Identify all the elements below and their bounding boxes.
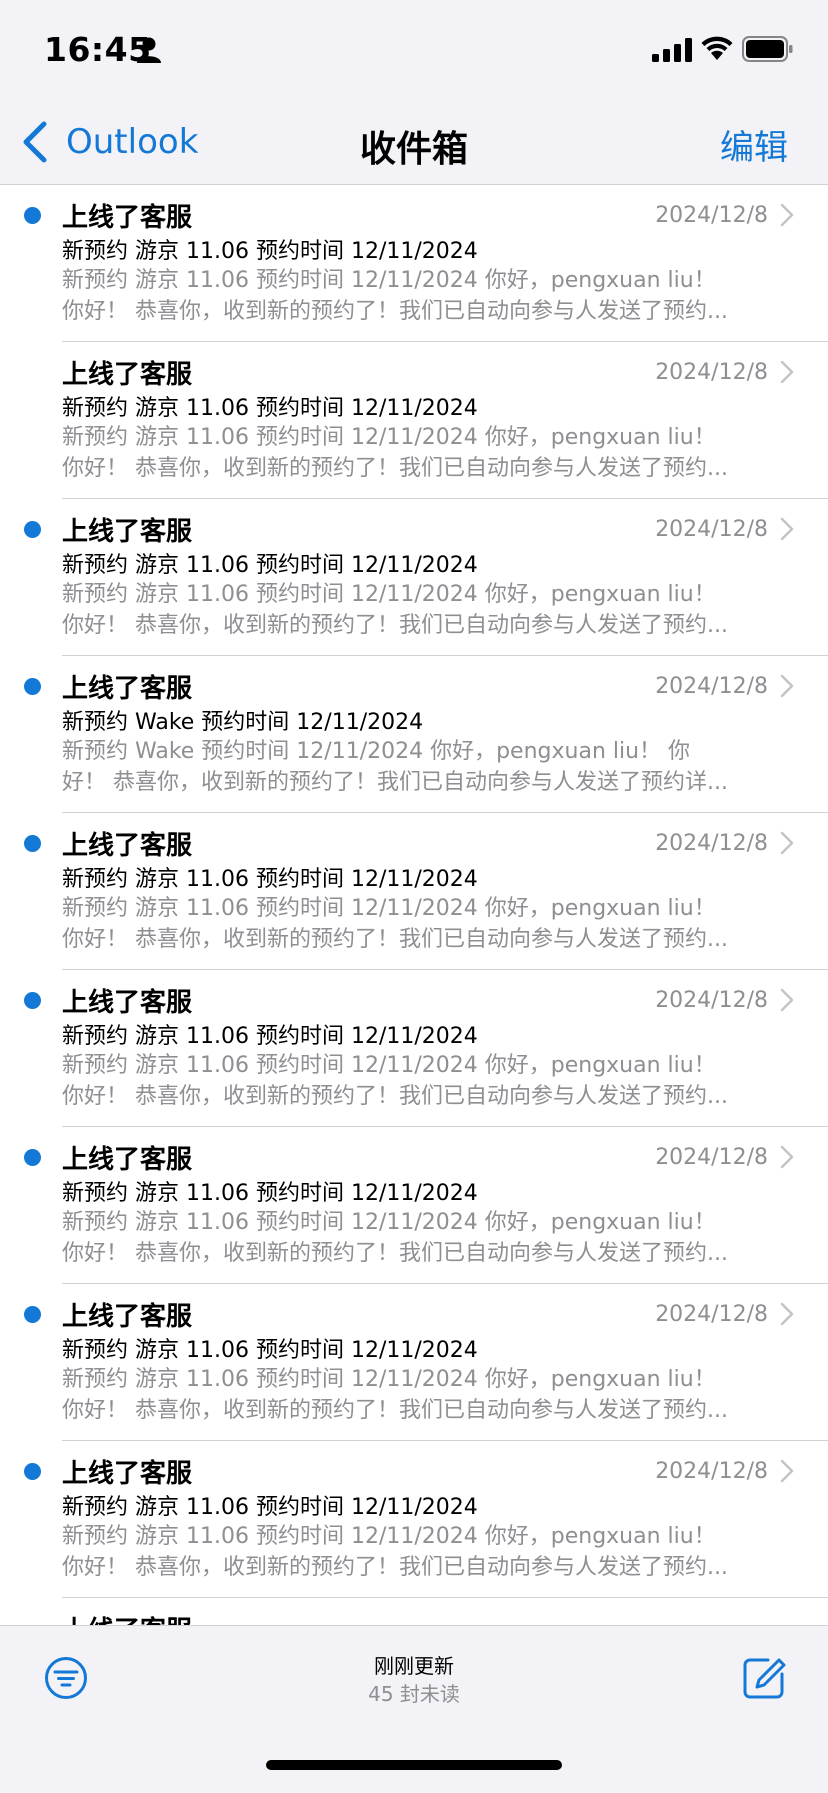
subject: 新预约 游京 11.06 预约时间 12/11/2024 [62,396,478,421]
mail-row[interactable]: 上线了客服 2024/12/8 新预约 游京 11.06 预约时间 12/11/… [0,499,828,656]
wifi-icon [701,36,733,60]
chevron-right-icon [780,203,794,227]
sender: 上线了客服 [62,203,193,233]
preview-line: 新预约 游京 11.06 预约时间 12/11/2024 你好，pengxuan… [62,582,716,607]
preview-line: 新预约 游京 11.06 预约时间 12/11/2024 你好，pengxuan… [62,425,716,450]
unread-dot [24,992,41,1009]
subject: 新预约 游京 11.06 预约时间 12/11/2024 [62,1181,478,1206]
date: 2024/12/8 [655,203,768,228]
subject: 新预约 游京 11.06 预约时间 12/11/2024 [62,239,478,264]
preview: 新预约 游京 11.06 预约时间 12/11/2024 你好，pengxuan… [62,265,782,327]
preview-line: 新预约 游京 11.06 预约时间 12/11/2024 你好，pengxuan… [62,1524,716,1549]
update-status: 刚刚更新 [374,1654,454,1678]
preview-line: 你好！ 恭喜你，收到新的预约了！我们已自动向参与人发送了预约... [62,927,728,952]
preview: 新预约 游京 11.06 预约时间 12/11/2024 你好，pengxuan… [62,1364,782,1426]
mail-row[interactable]: 上线了客服 2024/12/8 新预约 Wake 预约时间 12/11/2024… [0,656,828,813]
chevron-right-icon [780,1459,794,1483]
page-title: 收件箱 [359,129,468,170]
preview-line: 你好！ 恭喜你，收到新的预约了！我们已自动向参与人发送了预约... [62,299,728,324]
status-bar: 16:45 [0,0,828,100]
date: 2024/12/8 [655,1302,768,1327]
chevron-right-icon [780,360,794,384]
date: 2024/12/8 [655,988,768,1013]
nav-bar: Outlook 收件箱 编辑 [0,100,828,185]
date: 2024/12/8 [655,831,768,856]
sender: 上线了客服 [62,517,193,547]
mail-row[interactable]: 上线了客服 2024/12/8 新预约 游京 11.06 预约时间 12/11/… [0,342,828,499]
unread-dot [24,678,41,695]
sender: 上线了客服 [62,831,193,861]
preview: 新预约 游京 11.06 预约时间 12/11/2024 你好，pengxuan… [62,579,782,641]
chevron-right-icon [780,1145,794,1169]
mail-row[interactable]: 上线了客服 2024/12/8 新预约 游京 11.06 预约时间 12/11/… [0,1284,828,1441]
subject: 新预约 Wake 预约时间 12/11/2024 [62,710,424,735]
sender: 上线了客服 [62,1459,193,1489]
unread-dot [24,1149,41,1166]
mail-row[interactable]: 上线了客服 2024/12/8 新预约 游京 11.06 预约时间 12/11/… [0,813,828,970]
unread-dot [24,207,41,224]
preview-line: 新预约 游京 11.06 预约时间 12/11/2024 你好，pengxuan… [62,896,716,921]
preview-line: 新预约 游京 11.06 预约时间 12/11/2024 你好，pengxuan… [62,1367,716,1392]
mail-row[interactable]: 上线了客服 2024/12/8 新预约 游京 11.06 预约时间 12/11/… [0,185,828,342]
preview: 新预约 游京 11.06 预约时间 12/11/2024 你好，pengxuan… [62,1207,782,1269]
preview: 新预约 游京 11.06 预约时间 12/11/2024 你好，pengxuan… [62,893,782,955]
preview: 新预约 Wake 预约时间 12/11/2024 你好，pengxuan liu… [62,736,782,798]
signal-icon [652,38,692,62]
preview-line: 你好！ 恭喜你，收到新的预约了！我们已自动向参与人发送了预约... [62,456,728,481]
chevron-right-icon [780,674,794,698]
unread-dot [24,1463,41,1480]
date: 2024/12/8 [655,1459,768,1484]
mail-row[interactable]: 上线了客服 [0,1598,828,1625]
unread-count: 45 封未读 [368,1682,460,1706]
subject: 新预约 游京 11.06 预约时间 12/11/2024 [62,553,478,578]
mail-row[interactable]: 上线了客服 2024/12/8 新预约 游京 11.06 预约时间 12/11/… [0,970,828,1127]
preview: 新预约 游京 11.06 预约时间 12/11/2024 你好，pengxuan… [62,422,782,484]
unread-dot [24,521,41,538]
sender: 上线了客服 [62,988,193,1018]
subject: 新预约 游京 11.06 预约时间 12/11/2024 [62,1338,478,1363]
date: 2024/12/8 [655,517,768,542]
preview-line: 好！ 恭喜你，收到新的预约了！我们已自动向参与人发送了预约详... [62,770,728,795]
unread-dot [24,835,41,852]
sender: 上线了客服 [62,360,193,390]
sender: 上线了客服 [62,1610,192,1625]
subject: 新预约 游京 11.06 预约时间 12/11/2024 [62,867,478,892]
preview-line: 你好！ 恭喜你，收到新的预约了！我们已自动向参与人发送了预约... [62,613,728,638]
unread-dot [24,1306,41,1323]
chevron-right-icon [780,831,794,855]
preview-line: 新预约 游京 11.06 预约时间 12/11/2024 你好，pengxuan… [62,1053,716,1078]
preview-line: 你好！ 恭喜你，收到新的预约了！我们已自动向参与人发送了预约... [62,1555,728,1580]
preview: 新预约 游京 11.06 预约时间 12/11/2024 你好，pengxuan… [62,1050,782,1112]
date: 2024/12/8 [655,674,768,699]
mail-row[interactable]: 上线了客服 2024/12/8 新预约 游京 11.06 预约时间 12/11/… [0,1127,828,1284]
mail-list: 上线了客服 2024/12/8 新预约 游京 11.06 预约时间 12/11/… [0,185,828,1625]
date: 2024/12/8 [655,1145,768,1170]
date: 2024/12/8 [655,360,768,385]
preview-line: 新预约 游京 11.06 预约时间 12/11/2024 你好，pengxuan… [62,268,716,293]
sender: 上线了客服 [62,1145,193,1175]
chevron-right-icon [780,517,794,541]
preview-line: 你好！ 恭喜你，收到新的预约了！我们已自动向参与人发送了预约... [62,1084,728,1109]
home-indicator[interactable] [266,1760,562,1770]
battery-icon [742,36,793,62]
preview-line: 新预约 游京 11.06 预约时间 12/11/2024 你好，pengxuan… [62,1210,716,1235]
chevron-right-icon [780,988,794,1012]
preview-line: 你好！ 恭喜你，收到新的预约了！我们已自动向参与人发送了预约... [62,1398,728,1423]
subject: 新预约 游京 11.06 预约时间 12/11/2024 [62,1024,478,1049]
edit-button[interactable]: 编辑 [720,120,788,169]
mail-row[interactable]: 上线了客服 2024/12/8 新预约 游京 11.06 预约时间 12/11/… [0,1441,828,1598]
preview-line: 你好！ 恭喜你，收到新的预约了！我们已自动向参与人发送了预约... [62,1241,728,1266]
preview: 新预约 游京 11.06 预约时间 12/11/2024 你好，pengxuan… [62,1521,782,1583]
compose-icon[interactable] [742,1656,786,1700]
person-icon [137,37,161,63]
preview-line: 新预约 Wake 预约时间 12/11/2024 你好，pengxuan liu… [62,739,691,764]
chevron-right-icon [780,1302,794,1326]
subject: 新预约 游京 11.06 预约时间 12/11/2024 [62,1495,478,1520]
sender: 上线了客服 [62,674,193,704]
sender: 上线了客服 [62,1302,193,1332]
